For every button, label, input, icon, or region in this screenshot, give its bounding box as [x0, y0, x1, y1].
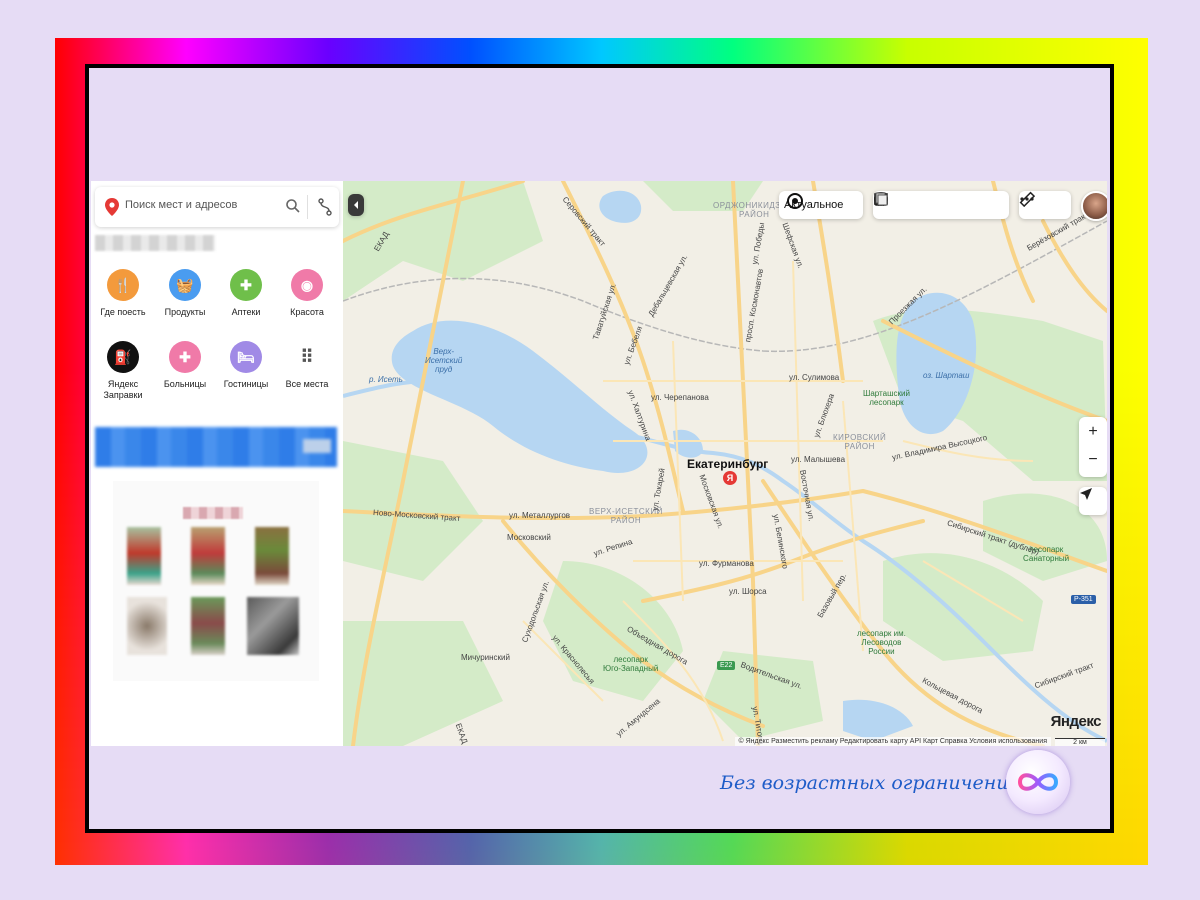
route-icon[interactable]: [317, 198, 333, 216]
map-canvas[interactable]: ОРДЖОНИКИДЗЕВ- РАЙОН ВЕРХ-ИСЕТСКИЙ РАЙОН…: [343, 181, 1107, 746]
thumbnail[interactable]: [127, 597, 167, 655]
category-4[interactable]: ⛽ Яндекс Заправки: [93, 341, 153, 401]
city-pin-icon[interactable]: Я: [723, 471, 737, 485]
district-label: КИРОВСКИЙ РАЙОН: [833, 433, 887, 451]
category-label: Где поесть: [100, 307, 146, 317]
thumbnail[interactable]: [191, 527, 225, 585]
category-label: Все места: [285, 379, 329, 389]
park-label: Шарташский лесопарк: [863, 389, 910, 407]
road-badge-p351: P-351: [1071, 595, 1096, 604]
map-footer-links[interactable]: © Яндекс Разместить рекламу Редактироват…: [734, 737, 1051, 746]
water-label: р. Исеть: [369, 375, 403, 384]
actual-button[interactable]: Актуальное: [779, 191, 863, 219]
tools-toolbar: [1019, 191, 1071, 219]
yandex-logo: Яндекс: [1050, 713, 1102, 730]
park-label: лесопарк им. Лесоводов России: [857, 629, 906, 656]
plus-icon: ✚: [230, 269, 262, 301]
category-0[interactable]: 🍴 Где поесть: [93, 269, 153, 318]
plus-icon: ✚: [169, 341, 201, 373]
target-icon: [787, 193, 803, 209]
blurred-card-title: [183, 507, 243, 519]
thumbnail[interactable]: [247, 597, 299, 655]
road-label: ул. Сулимова: [789, 373, 840, 382]
category-label: Аптеки: [231, 307, 261, 317]
caption-text: Без возрастных ограничений: [720, 772, 1021, 794]
scale-label: 2 км: [1073, 739, 1087, 746]
chevron-left-icon: [354, 201, 358, 209]
search-icon[interactable]: [285, 198, 301, 214]
sidebar: Поиск мест и адресов 🍴 Где поесть 🧺 Продукт…: [91, 181, 344, 746]
category-label: Больницы: [163, 379, 207, 389]
city-label: Екатеринбург: [687, 457, 769, 471]
infinity-logo: [1006, 750, 1070, 814]
category-label: Продукты: [164, 307, 206, 317]
navigation-arrow-icon: [1080, 488, 1092, 500]
blurred-banner[interactable]: [95, 427, 337, 467]
category-3[interactable]: ◉ Красота: [277, 269, 337, 318]
road-label: ул. Малышева: [791, 455, 846, 464]
place-label: Московский: [507, 533, 551, 542]
blurred-heading: [95, 235, 215, 251]
zoom-out-button[interactable]: −: [1079, 447, 1107, 477]
road-label: ул. Фурманова: [699, 559, 754, 568]
category-5[interactable]: ✚ Больницы: [155, 341, 215, 390]
category-label: Яндекс Заправки: [103, 379, 143, 400]
water-label: Верх- Исетский пруд: [425, 347, 463, 374]
road-badge-e22: E22: [717, 661, 736, 670]
category-label: Красота: [290, 307, 324, 317]
water-label: оз. Шарташ: [923, 371, 970, 380]
thumbnail[interactable]: [127, 527, 161, 585]
layers-toolbar: [873, 191, 1009, 219]
category-7[interactable]: ⠿ Все места: [277, 341, 337, 390]
infinity-icon: [1017, 773, 1059, 791]
yandex-maps-screenshot: Поиск мест и адресов 🍴 Где поесть 🧺 Продукт…: [91, 181, 1107, 746]
zoom-control: + −: [1079, 417, 1107, 477]
more-dots-icon[interactable]: [1019, 191, 1035, 207]
zoom-in-button[interactable]: +: [1079, 417, 1107, 447]
collapse-sidebar-button[interactable]: [348, 194, 364, 216]
search-input[interactable]: Поиск мест и адресов: [125, 199, 237, 211]
place-label: Мичуринский: [461, 653, 510, 662]
road-label: ул. Черепанова: [651, 393, 709, 402]
bed-icon: 🛏: [230, 341, 262, 373]
map-layers-icon[interactable]: [873, 191, 889, 207]
road-label: ул. Металлургов: [509, 511, 571, 520]
user-avatar[interactable]: [1081, 191, 1107, 221]
grid-dots-icon: ⠿: [291, 341, 323, 373]
search-box[interactable]: Поиск мест и адресов: [95, 187, 339, 227]
search-divider: [307, 195, 308, 219]
thumbnail[interactable]: [255, 527, 289, 585]
fuel-icon: ⛽: [107, 341, 139, 373]
lips-icon: ◉: [291, 269, 323, 301]
location-pin-icon: [105, 198, 119, 216]
thumbnail[interactable]: [191, 597, 225, 655]
basket-icon: 🧺: [169, 269, 201, 301]
category-6[interactable]: 🛏 Гостиницы: [216, 341, 276, 390]
category-1[interactable]: 🧺 Продукты: [155, 269, 215, 318]
road-label: ул. Шорса: [729, 587, 767, 596]
map-scale: 2 км: [1055, 738, 1105, 746]
category-2[interactable]: ✚ Аптеки: [216, 269, 276, 318]
fork-knife-icon: 🍴: [107, 269, 139, 301]
park-label: лесопарк Юго-Западный: [603, 655, 659, 673]
blurred-card[interactable]: [113, 481, 319, 681]
geolocation-button[interactable]: [1079, 487, 1107, 515]
category-label: Гостиницы: [223, 379, 269, 389]
